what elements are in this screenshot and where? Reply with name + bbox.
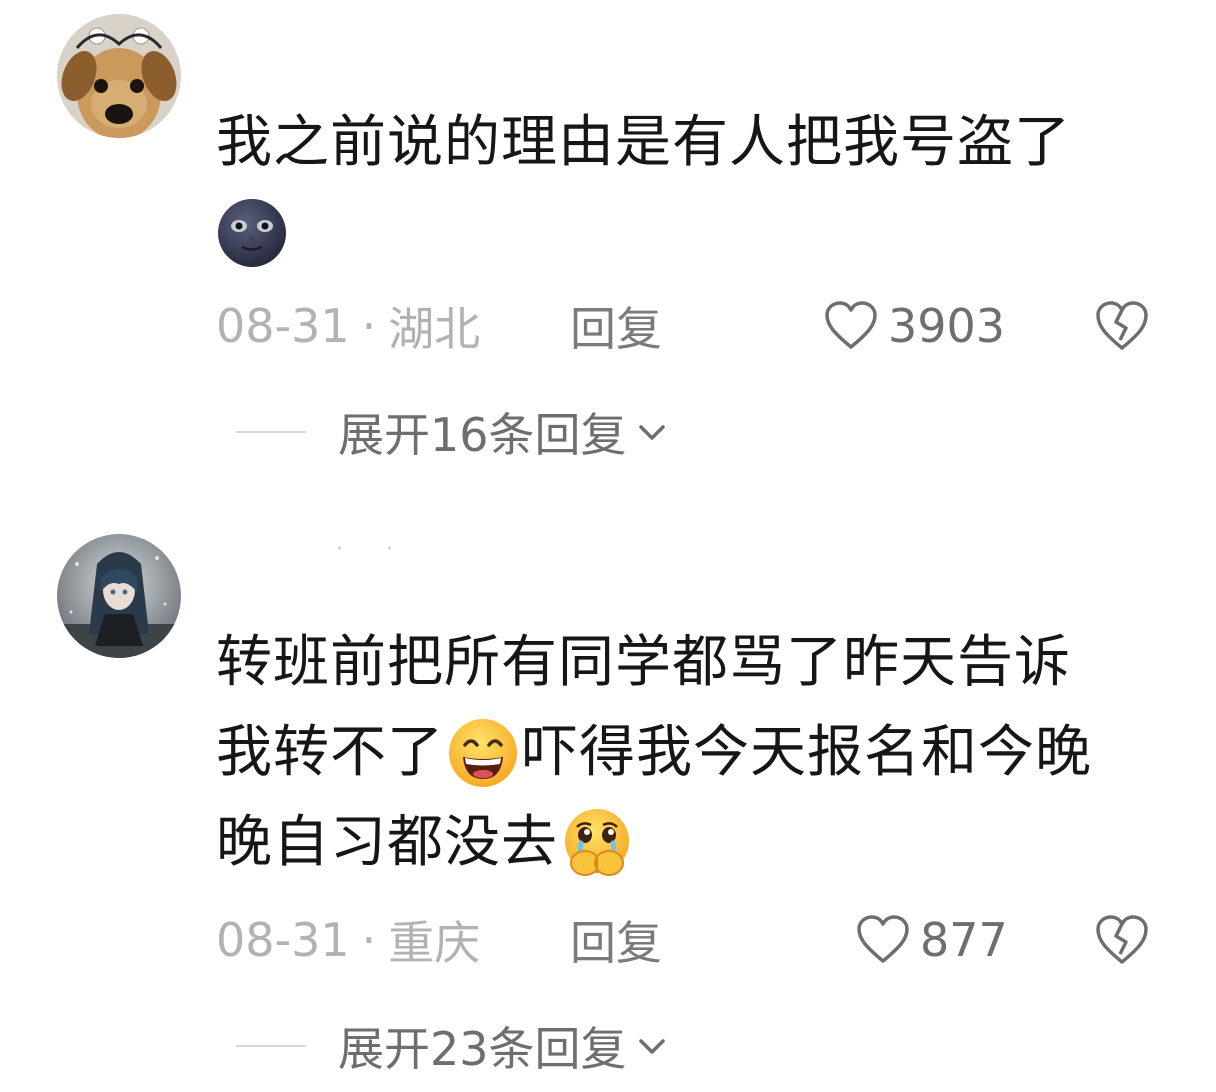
comment-text-line: 转班前把所有同学都骂了昨天告诉 <box>216 618 1146 708</box>
comment-text: 转班前把所有同学都骂了昨天告诉 我转不了 吓得我今天报名和今晚 晚自习都没去 <box>216 618 1146 888</box>
username[interactable]: · · <box>336 530 411 570</box>
divider-line <box>236 431 306 433</box>
dog-avatar-icon[interactable] <box>57 14 181 138</box>
expand-replies-label: 展开23条回复 <box>338 1022 627 1076</box>
chevron-down-icon <box>638 425 665 440</box>
expand-replies[interactable]: 展开16条回复 <box>236 402 667 462</box>
separator-dot: · <box>361 913 377 967</box>
separator-dot: · <box>361 299 377 353</box>
anime-girl-avatar-icon[interactable] <box>57 534 181 658</box>
like-count: 877 <box>920 913 1008 967</box>
comment-text-line <box>216 188 1146 278</box>
comment-text-segment: 转班前把所有同学都骂了昨天告诉 <box>216 630 1071 695</box>
comment-text-line: 我之前说的理由是有人把我号盗了 <box>216 98 1146 188</box>
comment-text-line: 我转不了 吓得我今天报名和今晚 <box>216 708 1146 798</box>
comment-location: 湖北 <box>388 302 481 356</box>
comment-text-segment: 吓得我今天报名和今晚 <box>522 720 1092 785</box>
heart-icon <box>825 301 877 349</box>
like-count: 3903 <box>888 299 1006 353</box>
like-button[interactable]: 877 <box>856 913 1008 967</box>
reply-button[interactable]: 回复 <box>570 907 662 973</box>
heart-icon <box>857 915 909 963</box>
divider-line <box>236 1045 306 1047</box>
comment-text: 我之前说的理由是有人把我号盗了 <box>216 98 1146 278</box>
crying-hands-over-mouth-emoji <box>561 807 633 879</box>
broken-heart-icon[interactable] <box>1094 300 1150 352</box>
comment-list: 我之前说的理由是有人把我号盗了 08-31 · 湖北 回复 3903 展开16条… <box>0 0 1216 1092</box>
reply-button[interactable]: 回复 <box>570 293 662 359</box>
chevron-down-icon <box>638 1039 665 1054</box>
comment-location: 重庆 <box>388 916 481 970</box>
like-button[interactable]: 3903 <box>824 299 1005 353</box>
comment-date: 08-31 <box>216 913 350 967</box>
comment-date: 08-31 <box>216 299 350 353</box>
expand-replies-label: 展开16条回复 <box>338 408 627 462</box>
broken-heart-icon[interactable] <box>1094 914 1150 966</box>
expand-replies[interactable]: 展开23条回复 <box>236 1016 667 1076</box>
new-moon-face-emoji <box>216 197 288 269</box>
comment-meta: 08-31 · 湖北 回复 3903 <box>216 296 1156 356</box>
comment-text-line: 晚自习都没去 <box>216 798 1146 888</box>
comment-meta: 08-31 · 重庆 回复 877 <box>216 910 1156 970</box>
grinning-face-emoji <box>447 717 519 789</box>
comment-text-segment: 晚自习都没去 <box>216 810 558 875</box>
comment-text-segment: 我之前说的理由是有人把我号盗了 <box>216 110 1071 175</box>
comment-text-segment: 我转不了 <box>216 720 444 785</box>
